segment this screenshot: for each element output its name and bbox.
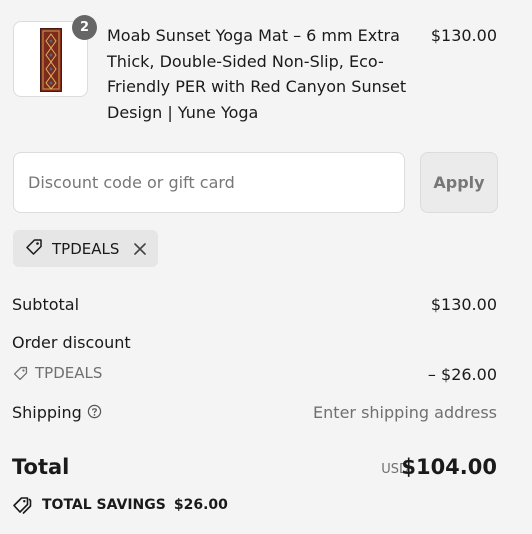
total-savings-label: TOTAL SAVINGS	[42, 497, 166, 513]
discount-code-line: TPDEALS	[12, 364, 102, 382]
total-savings-value: $26.00	[173, 497, 228, 513]
yoga-mat-image	[40, 28, 62, 92]
total-value: $104.00	[401, 455, 497, 479]
product-price: $130.00	[430, 26, 497, 45]
tag-icon	[24, 237, 44, 261]
order-discount-label: Order discount	[12, 333, 131, 352]
total-savings: TOTAL SAVINGS $26.00	[12, 495, 228, 515]
tags-icon	[12, 495, 34, 515]
help-circle-icon[interactable]	[87, 404, 102, 419]
discount-code-input[interactable]	[13, 152, 405, 213]
quantity-badge: 2	[72, 15, 97, 40]
applied-discount-code: TPDEALS	[52, 239, 120, 258]
discount-code-label: TPDEALS	[35, 364, 103, 382]
close-icon[interactable]	[131, 240, 149, 258]
product-title: Moab Sunset Yoga Mat – 6 mm Extra Thick,…	[107, 26, 407, 122]
shipping-label: Shipping	[12, 403, 82, 422]
apply-button[interactable]: Apply	[420, 152, 498, 213]
tag-icon	[12, 365, 29, 382]
subtotal-label: Subtotal	[12, 295, 80, 314]
applied-discount-chip: TPDEALS	[13, 230, 158, 267]
discount-value: – $26.00	[427, 365, 497, 384]
total-label: Total	[12, 455, 70, 479]
subtotal-value: $130.00	[430, 295, 497, 314]
shipping-value: Enter shipping address	[313, 403, 497, 422]
